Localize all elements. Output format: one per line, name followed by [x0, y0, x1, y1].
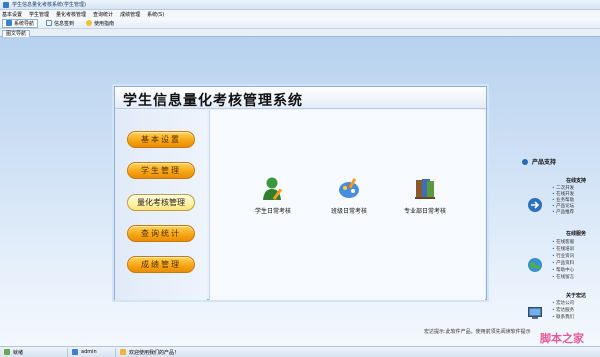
sign-in-button[interactable]: 信息签到	[42, 19, 78, 28]
panel-title: 学生信息量化考核管理系统	[123, 93, 303, 109]
user-guide-button[interactable]: 使用指南	[82, 19, 118, 28]
system-nav-label: 系统导航	[14, 20, 35, 27]
menu-bar: 基本设置 学生管理 量化考核管理 查询统计 成绩管理 系统(S)	[0, 10, 600, 18]
sign-in-label: 信息签到	[54, 20, 75, 27]
menu-basic-settings[interactable]: 基本设置	[2, 11, 22, 18]
user-guide-label: 使用指南	[94, 20, 115, 27]
status-user: admin	[68, 347, 116, 357]
nav-sidebar: 基本设置 学生管理 量化考核管理 查询统计 成绩管理	[115, 110, 207, 300]
nav-query-statistics-button[interactable]: 查询统计	[127, 225, 195, 242]
nav-assessment-management-button[interactable]: 量化考核管理	[127, 194, 195, 211]
form-icon	[46, 20, 53, 26]
status-ready-label: 就绪	[13, 349, 24, 356]
link-online-training[interactable]: 在线培训	[552, 247, 574, 252]
nav-student-management-button[interactable]: 学生管理	[127, 162, 195, 179]
link-industry-news[interactable]: 行业资讯	[552, 254, 574, 259]
product-support-header: 产品支持	[522, 157, 556, 166]
link-product-materials[interactable]: 产品资料	[552, 261, 574, 266]
link-online-message[interactable]: 在线留言	[552, 275, 574, 280]
main-panel: 学生信息量化考核管理系统 基本设置 学生管理 量化考核管理 查询统计 成绩管理 …	[114, 86, 487, 300]
globe-icon	[528, 258, 542, 272]
menu-grade-management[interactable]: 成绩管理	[120, 11, 140, 18]
module-area: 学生日常考核 班级日常考核 专业部日常考核	[209, 110, 485, 300]
info-icon	[120, 349, 126, 355]
system-nav-button[interactable]: 系统导航	[2, 18, 39, 28]
link-help-center[interactable]: 帮助中心	[552, 268, 574, 273]
status-welcome: 欢迎使用我们的产品！	[116, 348, 183, 357]
watermark-logo: 脚本之家	[540, 332, 584, 345]
title-bar: 学生信息量化考核系统(学生管理)	[0, 0, 600, 10]
menu-system[interactable]: 系统(S)	[147, 11, 164, 18]
panel-header: 学生信息量化考核管理系统	[115, 87, 486, 109]
link-secondary-development[interactable]: 二次开发	[552, 186, 574, 191]
link-hongda-company[interactable]: 宏达公司	[552, 301, 574, 306]
online-support-heading: 在线支持	[566, 178, 587, 184]
menu-query-statistics[interactable]: 查询统计	[93, 11, 113, 18]
menu-student-management[interactable]: 学生管理	[29, 11, 49, 18]
monitor-icon	[528, 307, 542, 319]
product-support-title: 产品支持	[532, 159, 557, 166]
product-support-panel: 产品支持 在线支持 二次开发 在线开发 业务帮助 产品论坛 产品推荐 在线服务 …	[522, 157, 600, 327]
link-business-help[interactable]: 业务帮助	[552, 198, 574, 203]
toolbar: 系统导航 信息签到 使用指南	[0, 18, 600, 29]
support-arrow-icon	[528, 198, 542, 212]
home-icon	[6, 20, 12, 26]
status-bar: 就绪 admin 欢迎使用我们的产品！	[0, 346, 600, 357]
class-palette-icon	[339, 178, 359, 198]
link-product-forum[interactable]: 产品论坛	[552, 204, 574, 209]
student-user-icon	[263, 177, 283, 201]
department-books-icon	[415, 179, 435, 199]
class-daily-assessment-label: 班级日常考核	[330, 208, 367, 215]
nav-grade-management-button[interactable]: 成绩管理	[127, 256, 195, 273]
support-bullet-icon	[522, 158, 528, 165]
window-title: 学生信息量化考核系统(学生管理)	[12, 2, 86, 8]
about-heading: 关于宏达	[566, 293, 587, 299]
department-daily-assessment-label: 专业部日常考核	[403, 208, 446, 215]
user-icon	[72, 349, 78, 355]
help-icon	[86, 20, 93, 26]
status-welcome-label: 欢迎使用我们的产品！	[129, 349, 180, 356]
link-hongda-service[interactable]: 宏达服务	[552, 308, 574, 313]
link-online-development[interactable]: 在线开发	[552, 192, 574, 197]
link-online-service[interactable]: 在线客服	[552, 240, 574, 245]
tab-strip: 图文导航	[0, 29, 600, 37]
status-ready-icon	[4, 349, 10, 355]
tab-graphic-nav[interactable]: 图文导航	[2, 30, 31, 37]
footer-note: 宏达提示:此软件产品，使用前须先阅读软件提示	[424, 329, 531, 335]
class-daily-assessment[interactable]: 班级日常考核	[314, 176, 384, 220]
status-user-label: admin	[81, 349, 97, 355]
nav-basic-settings-button[interactable]: 基本设置	[127, 131, 195, 148]
department-daily-assessment[interactable]: 专业部日常考核	[390, 176, 460, 220]
app-icon	[3, 1, 9, 8]
link-product-recommend[interactable]: 产品推荐	[552, 210, 574, 215]
link-contact-us[interactable]: 联系我们	[552, 315, 574, 320]
online-service-heading: 在线服务	[566, 231, 587, 237]
student-daily-assessment-label: 学生日常考核	[254, 208, 291, 215]
student-daily-assessment[interactable]: 学生日常考核	[238, 176, 308, 220]
menu-assessment-management[interactable]: 量化考核管理	[56, 11, 86, 18]
status-ready: 就绪	[0, 347, 68, 357]
